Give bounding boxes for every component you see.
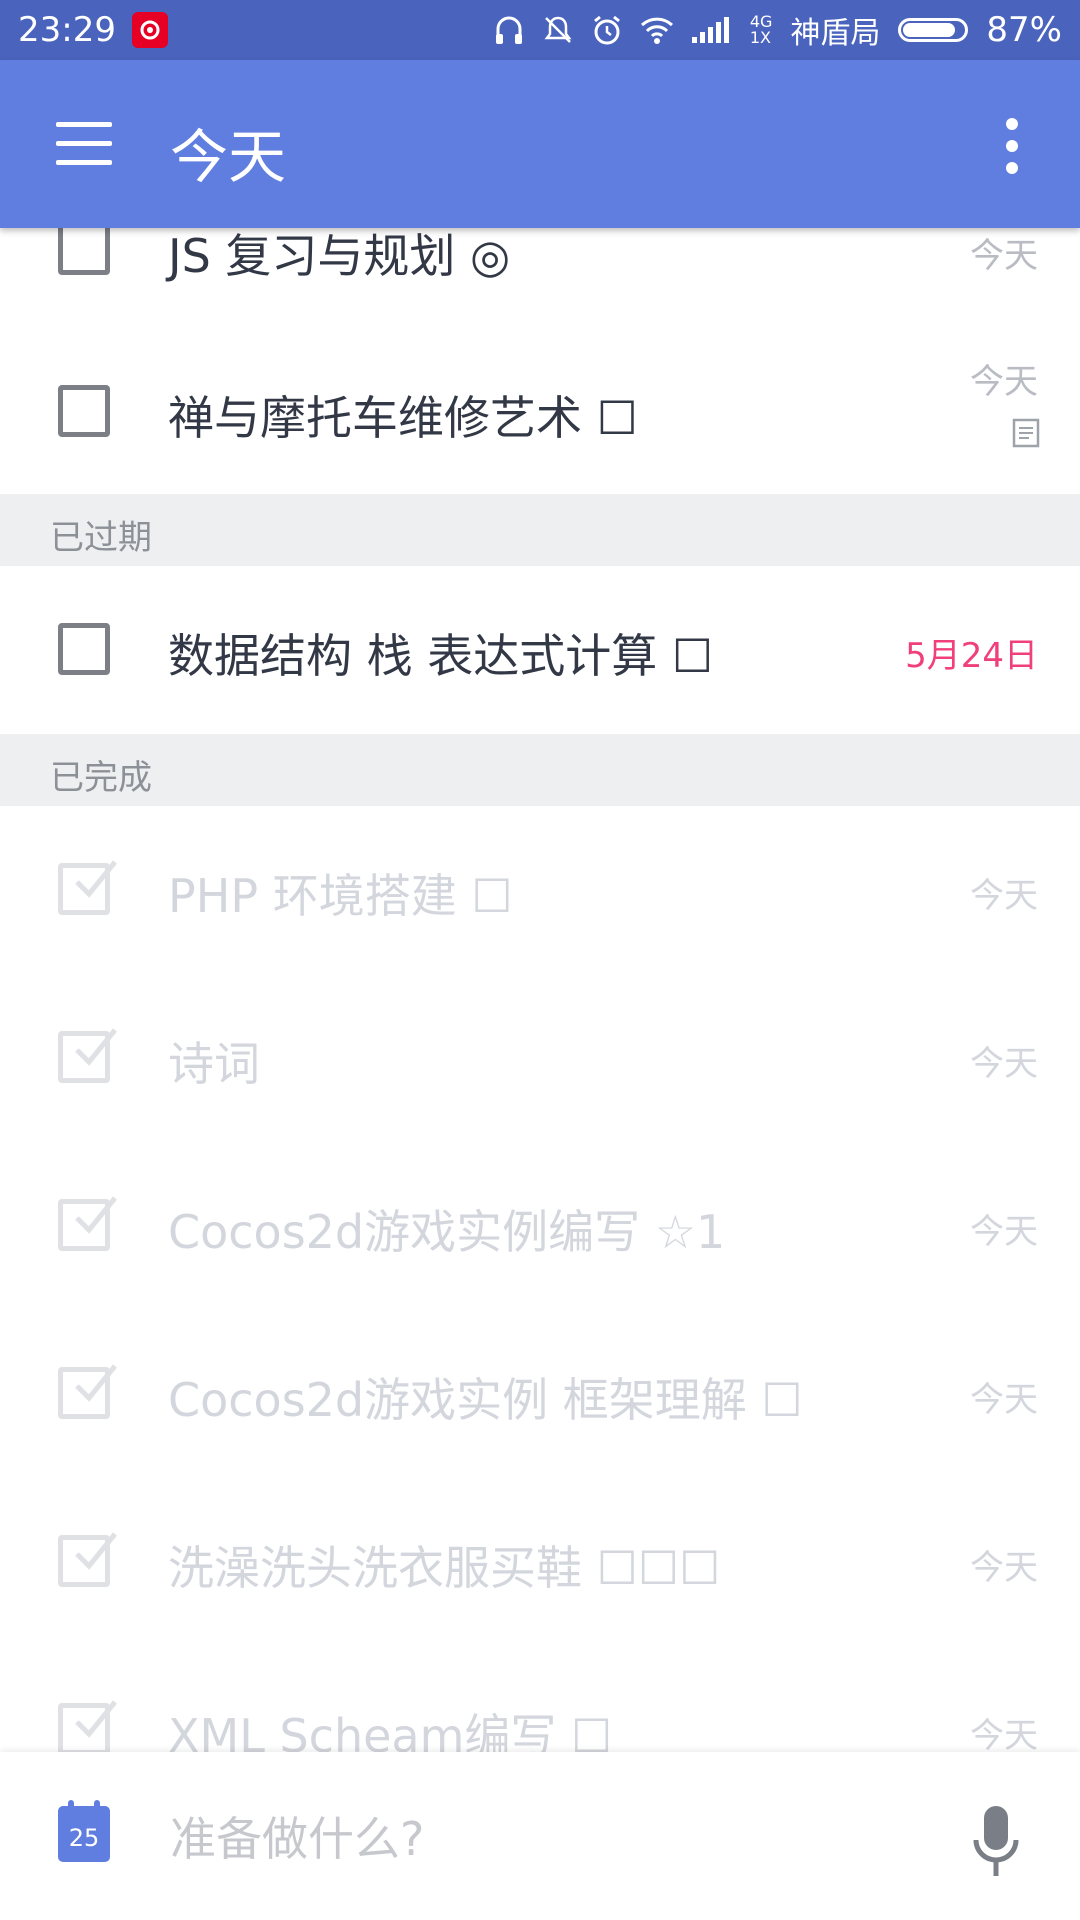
netease-music-icon: [131, 12, 168, 48]
signal-icon: [691, 17, 732, 43]
task-checkbox[interactable]: [58, 228, 110, 275]
status-bar: 23:29 4G 1X 神盾局 87%: [0, 0, 1080, 60]
note-icon: [1012, 418, 1040, 448]
task-due: 今天: [970, 1380, 1038, 1420]
task-list[interactable]: JS 复习与规划 ◎ 今天 禅与摩托车维修艺术 ☐ 今天 已过期 数据结构 栈 …: [0, 228, 1080, 1752]
battery-icon: [898, 18, 969, 42]
section-header-completed: 已完成: [0, 734, 1080, 806]
task-title: 洗澡洗头洗衣服买鞋 ☐☐☐: [168, 1541, 721, 1595]
task-row-completed[interactable]: XML Scheam编写 ☐ 今天: [0, 1646, 1080, 1752]
network-1x: 1X: [749, 28, 771, 47]
task-checkbox[interactable]: [58, 385, 110, 437]
status-time: 23:29: [18, 10, 116, 50]
carrier-name: 神盾局: [790, 16, 881, 51]
menu-icon[interactable]: [56, 122, 112, 166]
alarm-icon: [592, 14, 622, 46]
task-row[interactable]: 数据结构 栈 表达式计算 ☐ 5月24日: [0, 566, 1080, 734]
calendar-day: 25: [68, 1824, 100, 1852]
task-due: 今天: [970, 362, 1038, 402]
page-title: 今天: [170, 123, 287, 191]
quick-add-bar: 25: [0, 1752, 1080, 1920]
task-checkbox-checked[interactable]: [58, 1532, 117, 1587]
check-icon: [75, 1700, 117, 1738]
headphone-icon: [494, 14, 524, 46]
task-title: XML Scheam编写 ☐: [168, 1709, 613, 1752]
task-title: Cocos2d游戏实例 框架理解 ☐: [168, 1373, 803, 1427]
task-due: 今天: [970, 1044, 1038, 1084]
app-toolbar: 今天: [0, 60, 1080, 228]
calendar-icon[interactable]: 25: [58, 1800, 110, 1862]
check-icon: [75, 1028, 117, 1066]
task-checkbox[interactable]: [58, 623, 110, 675]
section-header-overdue: 已过期: [0, 494, 1080, 566]
task-checkbox-checked[interactable]: [58, 1196, 117, 1251]
task-checkbox-checked[interactable]: [58, 1700, 117, 1752]
battery-percent: 87%: [986, 10, 1062, 50]
task-due: 今天: [970, 236, 1038, 276]
task-row[interactable]: 禅与摩托车维修艺术 ☐ 今天: [0, 328, 1080, 496]
task-due: 今天: [970, 1212, 1038, 1252]
task-input[interactable]: [168, 1806, 912, 1872]
more-vert-icon[interactable]: [1002, 118, 1022, 174]
task-title: JS 复习与规划 ◎: [168, 229, 511, 283]
task-row-completed[interactable]: PHP 环境搭建 ☐ 今天: [0, 806, 1080, 974]
check-icon: [75, 860, 117, 898]
vibrate-off-icon: [542, 14, 574, 46]
task-title: PHP 环境搭建 ☐: [168, 869, 513, 923]
task-row[interactable]: JS 复习与规划 ◎ 今天: [0, 228, 1080, 328]
task-title: Cocos2d游戏实例编写 ☆1: [168, 1205, 726, 1259]
task-title: 诗词: [168, 1037, 260, 1091]
task-row-completed[interactable]: 诗词 今天: [0, 974, 1080, 1142]
task-row-completed[interactable]: Cocos2d游戏实例 框架理解 ☐ 今天: [0, 1310, 1080, 1478]
task-row-completed[interactable]: Cocos2d游戏实例编写 ☆1 今天: [0, 1142, 1080, 1310]
task-title: 数据结构 栈 表达式计算 ☐: [168, 629, 714, 683]
check-icon: [75, 1196, 117, 1234]
task-due: 今天: [970, 1548, 1038, 1588]
check-icon: [75, 1532, 117, 1570]
task-due: 5月24日: [905, 636, 1038, 676]
task-checkbox-checked[interactable]: [58, 1028, 117, 1083]
microphone-icon[interactable]: [970, 1804, 1022, 1884]
task-row-completed[interactable]: 洗澡洗头洗衣服买鞋 ☐☐☐ 今天: [0, 1478, 1080, 1646]
task-checkbox-checked[interactable]: [58, 860, 117, 915]
task-due: 今天: [970, 1716, 1038, 1752]
section-title: 已完成: [50, 758, 152, 798]
network-type: 4G 1X: [750, 14, 773, 46]
check-icon: [75, 1364, 117, 1402]
wifi-icon: [640, 16, 674, 44]
task-due: 今天: [970, 876, 1038, 916]
task-checkbox-checked[interactable]: [58, 1364, 117, 1419]
task-title: 禅与摩托车维修艺术 ☐: [168, 391, 638, 445]
section-title: 已过期: [50, 518, 152, 558]
